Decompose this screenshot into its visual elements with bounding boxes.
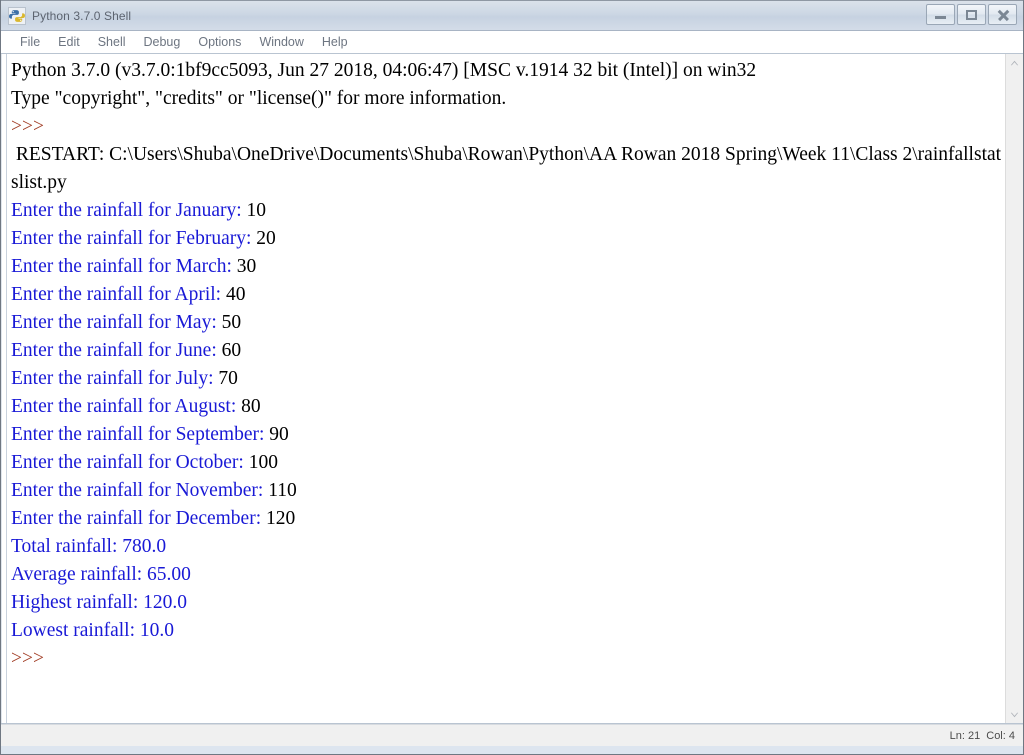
console-segment-result-total-0: Total rainfall: 780.0 [11, 536, 167, 557]
chevron-down-icon[interactable] [1006, 706, 1023, 723]
console-line-input-may: Enter the rainfall for May: 50 [11, 309, 1005, 337]
menu-item-debug[interactable]: Debug [135, 35, 190, 49]
menu-item-options[interactable]: Options [189, 35, 250, 49]
python-logo-icon [8, 6, 26, 25]
statusbar: Ln: 21 Col: 4 [1, 724, 1023, 746]
window-bottom-edge [1, 746, 1023, 754]
close-button[interactable] [988, 4, 1017, 25]
window-controls [926, 4, 1017, 25]
close-icon [997, 9, 1009, 21]
console-segment-prompt-2-0: >>> [11, 648, 49, 669]
console-segment-input-february-1: 20 [256, 228, 276, 249]
menu-item-shell[interactable]: Shell [89, 35, 135, 49]
console-line-banner-help: Type "copyright", "credits" or "license(… [11, 85, 1005, 113]
console-segment-banner-help-0: Type "copyright", "credits" or "license(… [11, 88, 507, 109]
status-col-number: Col: 4 [986, 729, 1015, 742]
console-line-input-october: Enter the rainfall for October: 100 [11, 449, 1005, 477]
shell-text-area: Python 3.7.0 (v3.7.0:1bf9cc5093, Jun 27 … [1, 53, 1023, 724]
console-line-restart-line: RESTART: C:\Users\Shuba\OneDrive\Documen… [11, 141, 1005, 197]
console-line-prompt-1: >>> [11, 113, 1005, 141]
console-segment-input-may-0: Enter the rainfall for May: [11, 312, 222, 333]
shell-output[interactable]: Python 3.7.0 (v3.7.0:1bf9cc5093, Jun 27 … [7, 54, 1005, 723]
console-line-input-august: Enter the rainfall for August: 80 [11, 393, 1005, 421]
menubar: File Edit Shell Debug Options Window Hel… [1, 31, 1023, 53]
idle-shell-window: Python 3.7.0 Shell File Edit Shell Debug… [0, 0, 1024, 755]
console-line-result-average: Average rainfall: 65.00 [11, 561, 1005, 589]
console-segment-input-november-0: Enter the rainfall for November: [11, 480, 269, 501]
status-line-number: Ln: 21 [949, 729, 981, 742]
console-segment-input-june-1: 60 [221, 340, 242, 361]
console-line-banner-version: Python 3.7.0 (v3.7.0:1bf9cc5093, Jun 27 … [11, 57, 1005, 85]
console-line-input-april: Enter the rainfall for April: 40 [11, 281, 1005, 309]
console-line-input-november: Enter the rainfall for November: 110 [11, 477, 1005, 505]
minimize-button[interactable] [926, 4, 955, 25]
console-segment-input-july-0: Enter the rainfall for July: [11, 368, 219, 389]
console-line-input-december: Enter the rainfall for December: 120 [11, 505, 1005, 533]
console-line-input-march: Enter the rainfall for March: 30 [11, 253, 1005, 281]
vertical-scrollbar[interactable] [1005, 54, 1023, 723]
console-line-input-september: Enter the rainfall for September: 90 [11, 421, 1005, 449]
console-line-result-total: Total rainfall: 780.0 [11, 533, 1005, 561]
console-segment-banner-version-0: Python 3.7.0 (v3.7.0:1bf9cc5093, Jun 27 … [11, 60, 757, 81]
console-segment-prompt-1-0: >>> [11, 116, 49, 137]
console-segment-input-august-0: Enter the rainfall for August: [11, 396, 242, 417]
console-segment-restart-line-0: RESTART: C:\Users\Shuba\OneDrive\Documen… [11, 144, 1002, 193]
menu-item-edit[interactable]: Edit [49, 35, 89, 49]
maximize-button[interactable] [957, 4, 986, 25]
console-segment-input-march-1: 30 [236, 256, 257, 277]
status-position: Ln: 21 Col: 4 [950, 730, 1015, 742]
scrollbar-track[interactable] [1006, 71, 1023, 706]
chevron-up-icon[interactable] [1006, 54, 1023, 71]
console-segment-input-july-1: 70 [218, 368, 238, 389]
console-segment-input-september-1: 90 [269, 424, 289, 445]
console-segment-input-january-0: Enter the rainfall for January: [11, 200, 247, 221]
menu-item-help[interactable]: Help [313, 35, 357, 49]
console-line-input-june: Enter the rainfall for June: 60 [11, 337, 1005, 365]
console-segment-input-august-1: 80 [241, 396, 261, 417]
console-segment-input-january-1: 10 [246, 200, 267, 221]
console-segment-result-average-0: Average rainfall: 65.00 [11, 564, 191, 585]
console-segment-input-june-0: Enter the rainfall for June: [11, 340, 222, 361]
console-line-input-july: Enter the rainfall for July: 70 [11, 365, 1005, 393]
console-segment-result-lowest-0: Lowest rainfall: 10.0 [11, 620, 174, 641]
console-segment-input-december-1: 120 [266, 508, 296, 529]
menu-item-window[interactable]: Window [250, 35, 312, 49]
console-line-input-february: Enter the rainfall for February: 20 [11, 225, 1005, 253]
maximize-icon [966, 9, 977, 20]
console-line-result-lowest: Lowest rainfall: 10.0 [11, 617, 1005, 645]
console-segment-input-october-0: Enter the rainfall for October: [11, 452, 249, 473]
console-segment-input-april-1: 40 [225, 284, 246, 305]
console-segment-input-february-0: Enter the rainfall for February: [11, 228, 257, 249]
console-segment-input-september-0: Enter the rainfall for September: [11, 424, 270, 445]
console-segment-input-may-1: 50 [221, 312, 242, 333]
window-title: Python 3.7.0 Shell [32, 8, 132, 23]
menu-item-file[interactable]: File [11, 35, 49, 49]
console-segment-input-march-0: Enter the rainfall for March: [11, 256, 237, 277]
minimize-icon [935, 16, 946, 19]
console-segment-input-october-1: 100 [248, 452, 278, 473]
console-segment-result-highest-0: Highest rainfall: 120.0 [11, 592, 188, 613]
console-segment-input-november-1: 110 [268, 480, 297, 501]
console-segment-input-december-0: Enter the rainfall for December: [11, 508, 266, 529]
console-line-input-january: Enter the rainfall for January: 10 [11, 197, 1005, 225]
console-line-result-highest: Highest rainfall: 120.0 [11, 589, 1005, 617]
titlebar[interactable]: Python 3.7.0 Shell [1, 0, 1023, 31]
console-line-prompt-2: >>> [11, 645, 1005, 673]
console-segment-input-april-0: Enter the rainfall for April: [11, 284, 226, 305]
